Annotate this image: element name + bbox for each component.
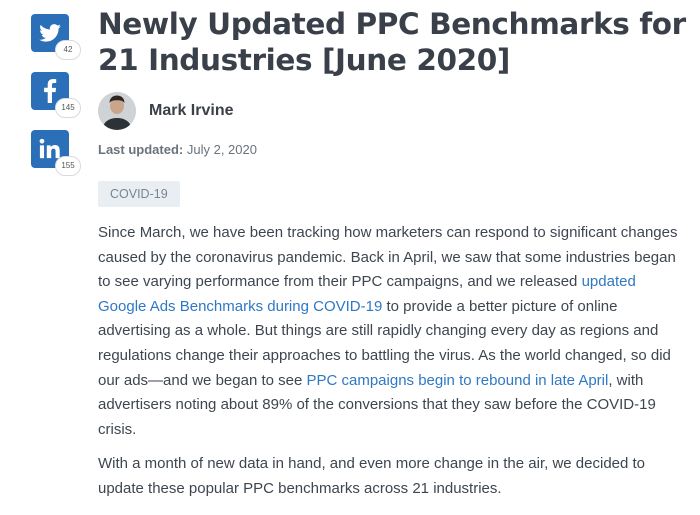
twitter-share-count: 42 bbox=[55, 40, 81, 60]
linkedin-icon bbox=[39, 138, 60, 159]
facebook-share-count: 145 bbox=[55, 98, 81, 118]
article-paragraph-2: With a month of new data in hand, and ev… bbox=[98, 455, 646, 497]
twitter-share: 42 bbox=[31, 14, 81, 60]
facebook-icon bbox=[44, 79, 57, 103]
author-name[interactable]: Mark Irvine bbox=[149, 102, 233, 120]
twitter-icon bbox=[39, 24, 61, 42]
linkedin-share-count: 155 bbox=[55, 156, 81, 176]
person-icon bbox=[98, 92, 136, 130]
author-row: Mark Irvine bbox=[98, 92, 688, 130]
category-tag[interactable]: COVID-19 bbox=[98, 181, 180, 207]
facebook-share: 145 bbox=[31, 72, 81, 118]
linkedin-share: 155 bbox=[31, 130, 81, 176]
article: Newly Updated PPC Benchmarks for 21 Indu… bbox=[98, 6, 688, 502]
author-avatar[interactable] bbox=[98, 92, 136, 130]
last-updated: Last updated: July 2, 2020 bbox=[98, 142, 688, 157]
article-paragraph-1: Since March, we have been tracking how m… bbox=[98, 221, 688, 442]
social-share-bar: 42 145 155 bbox=[31, 14, 81, 188]
last-updated-date: July 2, 2020 bbox=[186, 142, 257, 157]
article-title: Newly Updated PPC Benchmarks for 21 Indu… bbox=[98, 7, 686, 77]
last-updated-label: Last updated: bbox=[98, 142, 184, 157]
ppc-rebound-link[interactable]: PPC campaigns begin to rebound in late A… bbox=[306, 372, 608, 389]
